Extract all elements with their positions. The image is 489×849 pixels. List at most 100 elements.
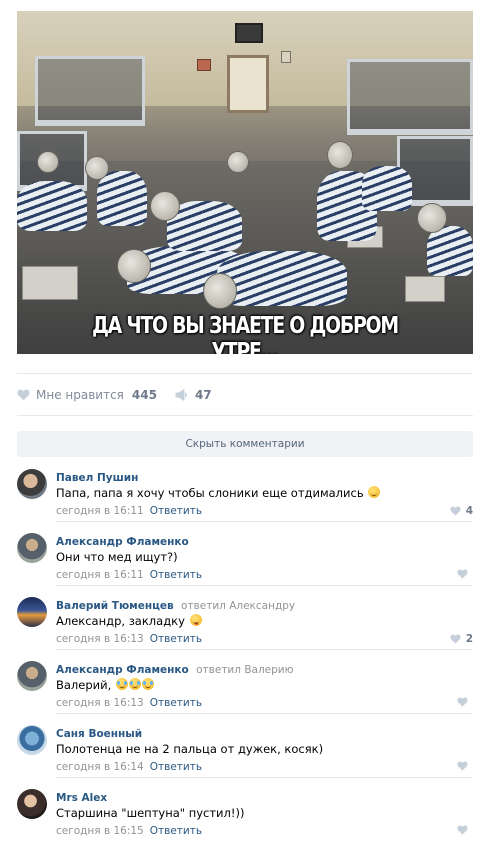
replied-to-name[interactable]: Александру <box>229 600 295 612</box>
comment-text: Папа, папа я хочу чтобы слоники еще отди… <box>56 486 381 500</box>
comment-header: Александр Фламенко ответил Валерию <box>56 664 293 676</box>
comment-meta: сегодня в 16:13 Ответить <box>56 697 202 709</box>
comment-divider <box>56 521 473 522</box>
comment-divider <box>56 777 473 778</box>
comment-like-button[interactable] <box>457 825 473 835</box>
comment-like-button[interactable]: 4 <box>450 505 473 517</box>
replied-to-name[interactable]: Валерию <box>244 664 293 676</box>
laugh-emoji-icon <box>115 678 128 690</box>
comment-like-button[interactable] <box>457 761 473 771</box>
avatar[interactable] <box>17 597 47 627</box>
comment-text-body: Они что мед ищут?) <box>56 550 178 564</box>
comment-author[interactable]: Mrs Alex <box>56 792 107 804</box>
comment-text: Александр, закладку <box>56 614 202 628</box>
reply-link[interactable]: Ответить <box>150 697 202 709</box>
divider <box>17 373 473 374</box>
hide-comments-button[interactable]: Скрыть комментарии <box>17 431 473 457</box>
heart-icon <box>457 569 468 579</box>
heart-icon <box>17 389 30 401</box>
reply-link[interactable]: Ответить <box>150 761 202 773</box>
avatar[interactable] <box>17 725 47 755</box>
comment-text-body: Старшина "шептуна" пустил!)) <box>56 806 245 820</box>
post-actions: Мне нравится 445 47 <box>17 384 230 406</box>
photo-stool <box>405 276 445 302</box>
comment-author[interactable]: Александр Фламенко <box>56 664 189 676</box>
like-button[interactable]: Мне нравится 445 <box>17 388 157 402</box>
heart-icon <box>457 761 468 771</box>
comment-item: Павел Пушин Папа, папа я хочу чтобы слони… <box>17 469 473 533</box>
laugh-emoji-icon <box>141 678 154 690</box>
photo-soldier <box>427 226 473 276</box>
photo-gas-mask <box>37 151 59 173</box>
comment-time[interactable]: сегодня в 16:13 <box>56 697 144 709</box>
divider <box>17 415 473 416</box>
photo-soldier <box>217 251 347 306</box>
comment-author[interactable]: Валерий Тюменцев <box>56 600 174 612</box>
megaphone-icon <box>175 389 187 401</box>
photo-gas-mask <box>117 249 151 283</box>
reply-link[interactable]: Ответить <box>150 633 202 645</box>
photo-gas-mask <box>227 151 249 173</box>
avatar[interactable] <box>17 533 47 563</box>
reply-link[interactable]: Ответить <box>150 505 202 517</box>
comment-text: Они что мед ищут?) <box>56 550 178 564</box>
reply-link[interactable]: Ответить <box>150 825 202 837</box>
comment-author[interactable]: Павел Пушин <box>56 472 138 484</box>
photo-tv <box>235 23 263 43</box>
comment-item: Валерий Тюменцев ответил Александру Алекс… <box>17 597 473 661</box>
share-count: 47 <box>194 388 212 402</box>
photo-soldier <box>362 166 412 211</box>
comment-meta: сегодня в 16:11 Ответить <box>56 569 202 581</box>
comment-meta: сегодня в 16:11 Ответить <box>56 505 202 517</box>
avatar[interactable] <box>17 661 47 691</box>
comment-divider <box>56 649 473 650</box>
photo-bunk <box>35 56 145 126</box>
share-button[interactable]: 47 <box>175 388 212 402</box>
photo-gas-mask <box>203 273 237 309</box>
comment-author[interactable]: Саня Военный <box>56 728 142 740</box>
like-label: Мне нравится <box>36 388 124 402</box>
comment-like-count: 2 <box>465 633 473 645</box>
photo-soldier <box>97 171 147 226</box>
heart-icon <box>457 697 468 707</box>
comment-text-body: Полотенца не на 2 пальца от дужек, косяк… <box>56 742 324 756</box>
comment-text-body: Папа, папа я хочу чтобы слоники еще отди… <box>56 486 364 500</box>
photo-frame <box>197 59 211 71</box>
comment-like-button[interactable]: 2 <box>450 633 473 645</box>
grin-emoji-icon <box>368 486 381 498</box>
photo-soldier <box>17 181 87 231</box>
comment-divider <box>56 713 473 714</box>
comment-time[interactable]: сегодня в 16:11 <box>56 569 144 581</box>
comment-time[interactable]: сегодня в 16:11 <box>56 505 144 517</box>
comment-like-count: 4 <box>465 505 473 517</box>
comment-author[interactable]: Александр Фламенко <box>56 536 189 548</box>
comment-text-body: Валерий, <box>56 678 112 692</box>
comment-time[interactable]: сегодня в 16:15 <box>56 825 144 837</box>
like-count: 445 <box>131 388 157 402</box>
comment-time[interactable]: сегодня в 16:14 <box>56 761 144 773</box>
comment-text: Старшина "шептуна" пустил!)) <box>56 806 244 820</box>
comment-meta: сегодня в 16:13 Ответить <box>56 633 202 645</box>
comment-text: Полотенца не на 2 пальца от дужек, косяк… <box>56 742 323 756</box>
comment-header: Александр Фламенко <box>56 536 189 548</box>
heart-icon <box>457 825 468 835</box>
reply-link[interactable]: Ответить <box>150 569 202 581</box>
photo-frame <box>281 51 291 63</box>
comment-text-body: Александр, закладку <box>56 614 185 628</box>
comment-item: Александр Фламенко Они что мед ищут?) сег… <box>17 533 473 597</box>
comment-item: Александр Фламенко ответил Валерию Валери… <box>17 661 473 725</box>
comment-item: Саня Военный Полотенца не на 2 пальца от … <box>17 725 473 789</box>
post-photo[interactable]: ДА ЧТО ВЫ ЗНАЕТЕ О ДОБРОМ УТРЕ... <box>17 11 473 354</box>
comment-meta: сегодня в 16:14 Ответить <box>56 761 202 773</box>
photo-stool <box>22 266 78 300</box>
avatar[interactable] <box>17 469 47 499</box>
avatar[interactable] <box>17 789 47 819</box>
photo-bunk <box>347 59 473 135</box>
comment-time[interactable]: сегодня в 16:13 <box>56 633 144 645</box>
comment-header: Павел Пушин <box>56 472 138 484</box>
replied-label: ответил <box>196 664 241 676</box>
photo-gas-mask <box>327 141 353 169</box>
comment-like-button[interactable] <box>457 569 473 579</box>
comment-like-button[interactable] <box>457 697 473 707</box>
photo-gas-mask <box>85 156 109 180</box>
